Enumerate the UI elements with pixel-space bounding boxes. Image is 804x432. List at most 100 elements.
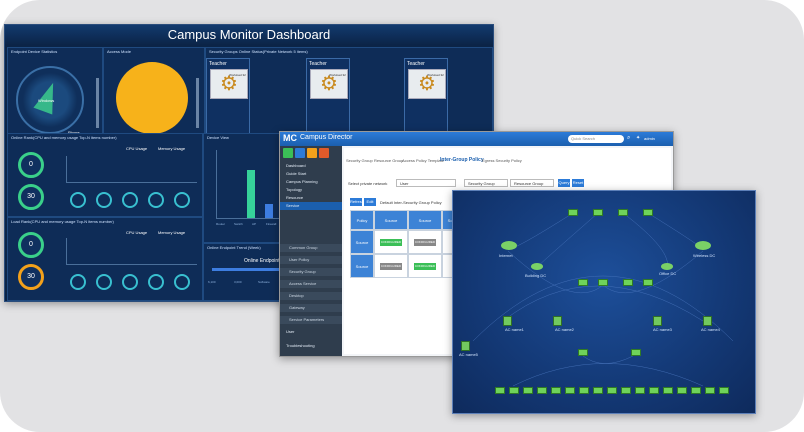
policy-pill[interactable]: CONFIGURED xyxy=(414,263,436,270)
table-cell[interactable]: CONFIGURED xyxy=(374,254,408,278)
rank-gauge: 30 xyxy=(18,264,44,290)
cloud-node[interactable] xyxy=(531,263,543,270)
access-node[interactable] xyxy=(553,316,562,326)
table-cell[interactable]: CONFIGURED xyxy=(408,230,442,254)
cloud-node[interactable] xyxy=(661,263,673,270)
sidebar-item-user[interactable]: User xyxy=(280,328,342,336)
monitor-icon[interactable] xyxy=(295,148,305,158)
sidebar-item-service[interactable]: Service xyxy=(280,202,342,210)
edit-button[interactable]: Edit xyxy=(364,198,376,206)
security-group-select[interactable]: Security Group xyxy=(464,179,508,187)
online-trend-panel: Online Endpoint Trend (Week) Online Endp… xyxy=(203,243,291,301)
leaf-switch[interactable] xyxy=(705,387,715,394)
table-cell[interactable]: CONFIGURED xyxy=(408,254,442,278)
sidebar-item-campus-planning[interactable]: Campus Planning xyxy=(280,178,342,186)
access-node[interactable] xyxy=(503,316,512,326)
access-node[interactable] xyxy=(653,316,662,326)
trend-label: Online Endpoints xyxy=(244,258,283,264)
workload-label: Workload 32 xyxy=(427,73,444,77)
access-node[interactable] xyxy=(703,316,712,326)
tab-security-group[interactable]: Security Group xyxy=(346,158,373,163)
dist-switch[interactable] xyxy=(598,279,608,286)
bell-icon[interactable]: ✦ xyxy=(636,135,640,141)
tab-egress-security-policy[interactable]: Egress Security Policy xyxy=(482,158,522,163)
terminal-card[interactable]: Teacher ⚙ Workload 32 xyxy=(206,58,250,140)
submenu-gateway[interactable]: Gateway xyxy=(280,304,342,312)
scrollbar[interactable] xyxy=(196,78,199,128)
policy-pill[interactable]: CONFIGURED xyxy=(414,239,436,246)
leaf-switch[interactable] xyxy=(593,387,603,394)
leaf-switch[interactable] xyxy=(579,387,589,394)
agg-switch[interactable] xyxy=(631,349,641,356)
network-select[interactable]: User xyxy=(396,179,456,187)
sidebar-item-dashboard[interactable]: Dashboard xyxy=(280,162,342,170)
user-menu[interactable]: admin xyxy=(644,136,655,141)
refresh-button[interactable]: Refresh xyxy=(350,198,364,206)
panel-label: Security Groups Online Status(Private Ne… xyxy=(209,49,308,54)
reset-button[interactable]: Reset xyxy=(572,179,584,187)
cloud-node[interactable] xyxy=(695,241,711,250)
user-icon[interactable] xyxy=(307,148,317,158)
device-view-panel: Device View Router Switch AP Firewall xyxy=(203,133,291,243)
terminal-card[interactable]: Teacher ⚙ Workload 32 xyxy=(404,58,448,140)
usage-ring xyxy=(96,192,112,208)
cloud-node[interactable] xyxy=(501,241,517,250)
leaf-switch[interactable] xyxy=(663,387,673,394)
device-bar xyxy=(265,204,273,218)
node-label: AC name1 xyxy=(505,327,524,332)
leaf-switch[interactable] xyxy=(523,387,533,394)
leaf-switch[interactable] xyxy=(607,387,617,394)
sidebar-item-topology[interactable]: Topology xyxy=(280,186,342,194)
panel-label: Online Endpoint Trend (Week) xyxy=(207,245,261,250)
leaf-switch[interactable] xyxy=(509,387,519,394)
leaf-switch[interactable] xyxy=(635,387,645,394)
dist-switch[interactable] xyxy=(623,279,633,286)
submenu-desktop[interactable]: Desktop xyxy=(280,292,342,300)
sidebar-item-guide[interactable]: Guide Start xyxy=(280,170,342,178)
policy-pill[interactable]: CONFIGURED xyxy=(380,263,402,270)
axis-label: AP xyxy=(252,222,257,226)
submenu-security-group[interactable]: Security Group xyxy=(280,268,342,276)
leaf-switch[interactable] xyxy=(621,387,631,394)
submenu-user-policy[interactable]: User Policy xyxy=(280,256,342,264)
app-logo: MC xyxy=(283,133,297,143)
core-switch[interactable] xyxy=(568,209,578,216)
leaf-switch[interactable] xyxy=(691,387,701,394)
agg-switch[interactable] xyxy=(578,349,588,356)
submenu-service-parameters[interactable]: Service Parameters xyxy=(280,316,342,324)
leaf-switch[interactable] xyxy=(649,387,659,394)
tab-access-policy-template[interactable]: Access Policy Template xyxy=(402,158,444,163)
terminal-card[interactable]: Teacher ⚙ Workload 32 xyxy=(306,58,350,140)
submenu-access-service[interactable]: Access Service xyxy=(280,280,342,288)
leaf-switch[interactable] xyxy=(537,387,547,394)
core-switch[interactable] xyxy=(643,209,653,216)
sidebar-item-resource[interactable]: Resource xyxy=(280,194,342,202)
leaf-switch[interactable] xyxy=(677,387,687,394)
sidebar-item-troubleshooting[interactable]: Troubleshooting xyxy=(280,342,342,350)
tab-resource-group[interactable]: Resource Group xyxy=(374,158,403,163)
dist-switch[interactable] xyxy=(643,279,653,286)
leaf-switch[interactable] xyxy=(495,387,505,394)
scrollbar[interactable] xyxy=(96,78,99,128)
tab-inter-group-policy[interactable]: Inter-Group Policy xyxy=(440,157,484,163)
dist-switch[interactable] xyxy=(578,279,588,286)
submenu-common-group[interactable]: Common Group xyxy=(280,244,342,252)
panel-label: Endpoint Device Statistics xyxy=(11,49,58,54)
policy-pill[interactable]: CONFIGURED xyxy=(380,239,402,246)
search-icon[interactable]: ⌕ xyxy=(627,135,630,142)
home-icon[interactable] xyxy=(283,148,293,158)
resource-group-select[interactable]: Resource Group xyxy=(510,179,554,187)
quick-search-input[interactable]: Quick Search xyxy=(568,135,624,143)
core-switch[interactable] xyxy=(618,209,628,216)
leaf-switch[interactable] xyxy=(719,387,729,394)
table-cell[interactable]: CONFIGURED xyxy=(374,230,408,254)
core-switch[interactable] xyxy=(593,209,603,216)
legend-cpu: CPU Usage xyxy=(126,146,148,151)
settings-icon[interactable] xyxy=(319,148,329,158)
device-bar xyxy=(247,170,255,218)
axis-label: Router xyxy=(216,222,226,226)
access-node[interactable] xyxy=(461,341,470,351)
query-button[interactable]: Query xyxy=(558,179,570,187)
leaf-switch[interactable] xyxy=(565,387,575,394)
leaf-switch[interactable] xyxy=(551,387,561,394)
